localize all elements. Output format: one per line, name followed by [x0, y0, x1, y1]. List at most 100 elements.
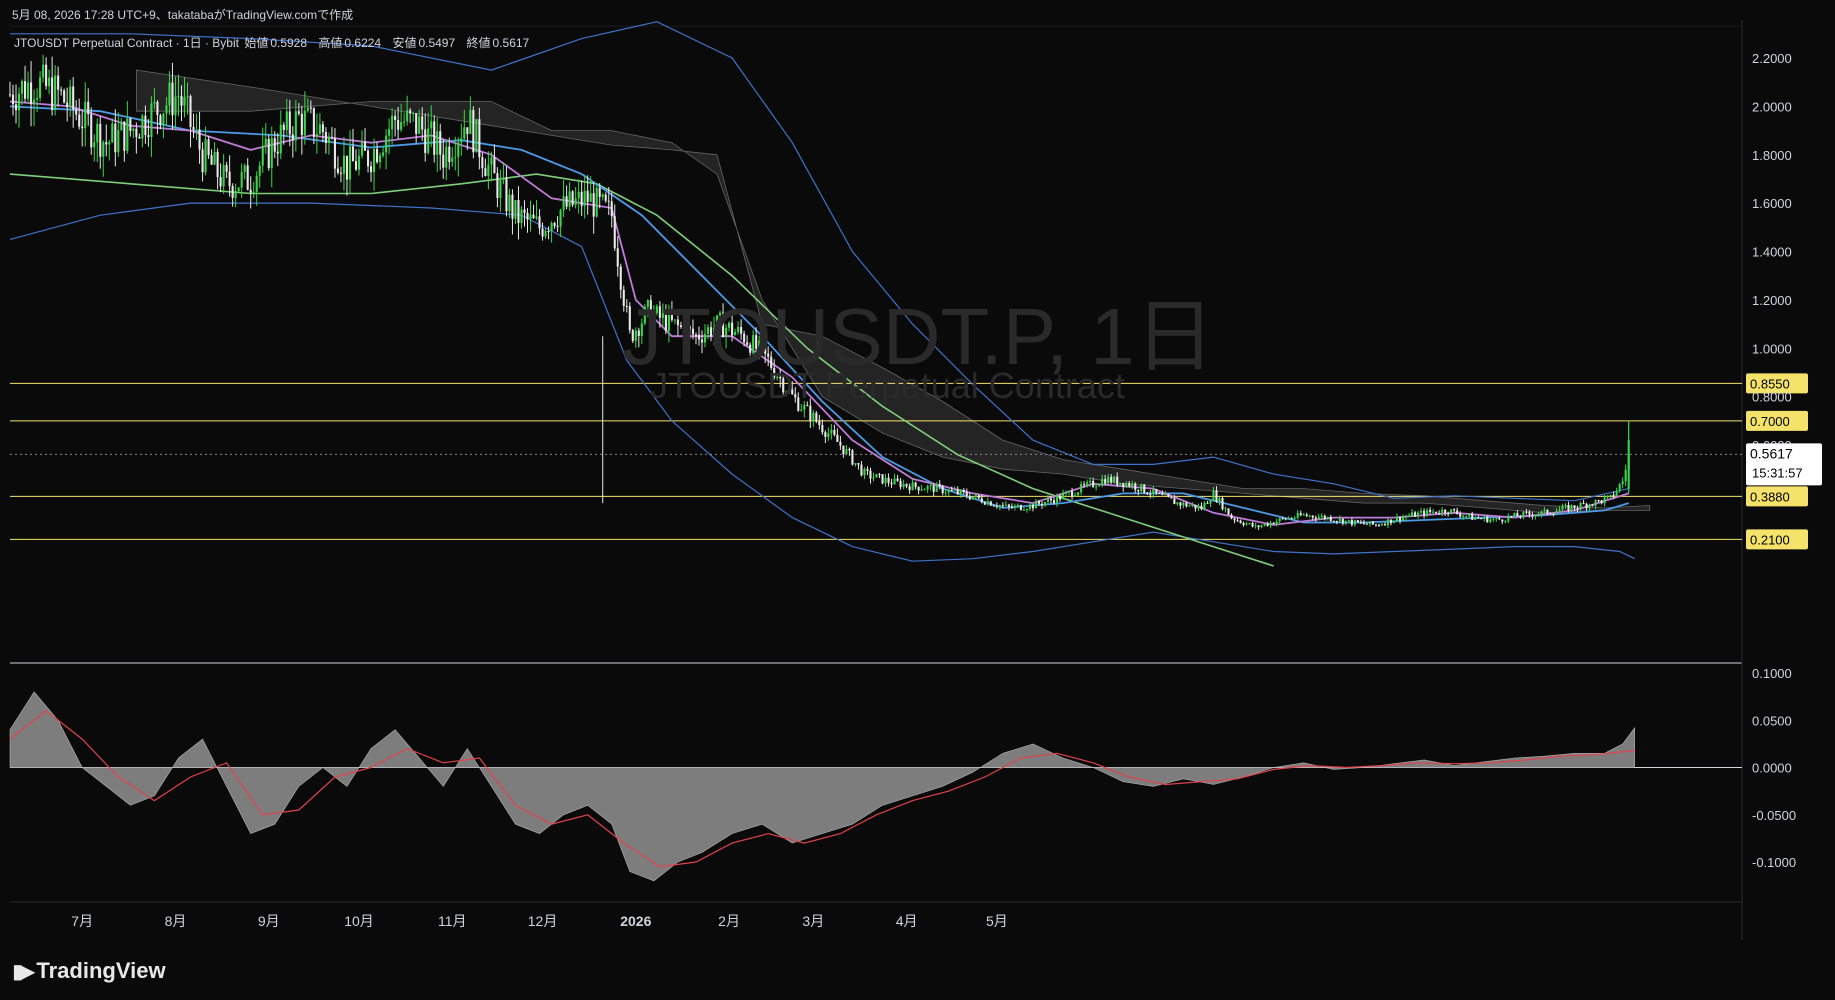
- candle-body[interactable]: [192, 127, 195, 130]
- candle-body[interactable]: [977, 495, 980, 499]
- candle-body[interactable]: [60, 89, 63, 91]
- candle-body[interactable]: [1362, 522, 1365, 524]
- candle-body[interactable]: [541, 228, 544, 237]
- candle-body[interactable]: [318, 124, 321, 134]
- candle-body[interactable]: [129, 118, 132, 131]
- candle-body[interactable]: [403, 121, 406, 123]
- candle-body[interactable]: [421, 116, 424, 130]
- candle-body[interactable]: [953, 489, 956, 491]
- candle-body[interactable]: [1224, 508, 1227, 510]
- candle-body[interactable]: [264, 138, 267, 146]
- candle-body[interactable]: [1444, 509, 1447, 514]
- candle-body[interactable]: [1603, 497, 1606, 504]
- candle-body[interactable]: [201, 149, 204, 173]
- candle-body[interactable]: [526, 212, 529, 220]
- candle-body[interactable]: [1275, 521, 1278, 525]
- candle-body[interactable]: [463, 127, 466, 139]
- candle-body[interactable]: [499, 180, 502, 198]
- candle-body[interactable]: [1465, 515, 1468, 517]
- candle-body[interactable]: [87, 101, 90, 115]
- candle-body[interactable]: [866, 469, 869, 471]
- candle-body[interactable]: [917, 486, 920, 491]
- candle-body[interactable]: [1221, 498, 1224, 510]
- candle-body[interactable]: [1131, 483, 1134, 487]
- candle-body[interactable]: [306, 107, 309, 111]
- candle-body[interactable]: [17, 93, 21, 111]
- candle-body[interactable]: [333, 137, 336, 169]
- candle-body[interactable]: [971, 497, 974, 500]
- candle-body[interactable]: [300, 113, 303, 136]
- candle-body[interactable]: [391, 115, 394, 130]
- candle-body[interactable]: [1459, 513, 1462, 517]
- candle-body[interactable]: [48, 77, 51, 87]
- candle-body[interactable]: [282, 124, 285, 131]
- candle-body[interactable]: [824, 432, 827, 437]
- candle-body[interactable]: [833, 429, 836, 435]
- candle-body[interactable]: [213, 151, 216, 165]
- candle-body[interactable]: [75, 109, 78, 115]
- candle-body[interactable]: [105, 142, 108, 145]
- candle-body[interactable]: [1326, 516, 1329, 519]
- candle-body[interactable]: [126, 118, 129, 151]
- candle-body[interactable]: [1549, 513, 1552, 515]
- candle-body[interactable]: [327, 136, 330, 143]
- candle-body[interactable]: [568, 191, 571, 207]
- candle-body[interactable]: [153, 101, 156, 104]
- candle-body[interactable]: [601, 194, 604, 197]
- candle-body[interactable]: [261, 145, 264, 166]
- candle-body[interactable]: [1552, 513, 1555, 515]
- candle-body[interactable]: [1624, 469, 1627, 482]
- candle-body[interactable]: [1474, 517, 1477, 520]
- candle-body[interactable]: [345, 155, 349, 180]
- candle-body[interactable]: [36, 97, 39, 100]
- candle-body[interactable]: [1576, 508, 1579, 510]
- candle-body[interactable]: [234, 191, 237, 198]
- candle-body[interactable]: [890, 482, 893, 485]
- candle-body[interactable]: [1052, 500, 1056, 504]
- candle-body[interactable]: [1266, 523, 1269, 526]
- candle-body[interactable]: [397, 119, 400, 130]
- candle-body[interactable]: [51, 77, 54, 111]
- candle-body[interactable]: [1477, 517, 1480, 519]
- candle-body[interactable]: [863, 469, 866, 476]
- candle-body[interactable]: [1555, 511, 1558, 515]
- candle-body[interactable]: [144, 115, 147, 136]
- candle-body[interactable]: [171, 82, 174, 116]
- candle-body[interactable]: [481, 157, 484, 169]
- candle-body[interactable]: [1347, 519, 1350, 521]
- candle-body[interactable]: [1206, 502, 1209, 504]
- candle-body[interactable]: [177, 96, 180, 98]
- candle-body[interactable]: [1281, 518, 1284, 520]
- candle-body[interactable]: [1534, 515, 1537, 517]
- candle-body[interactable]: [195, 129, 198, 131]
- candle-body[interactable]: [1293, 517, 1296, 519]
- candle-body[interactable]: [1098, 485, 1101, 487]
- candle-body[interactable]: [1230, 514, 1233, 519]
- candle-body[interactable]: [1332, 520, 1335, 522]
- candle-body[interactable]: [800, 409, 803, 411]
- candle-body[interactable]: [1071, 491, 1074, 497]
- candle-body[interactable]: [902, 483, 905, 488]
- candle-body[interactable]: [520, 209, 523, 223]
- candle-body[interactable]: [273, 138, 276, 152]
- candle-body[interactable]: [207, 139, 210, 156]
- candle-body[interactable]: [544, 231, 547, 237]
- candle-body[interactable]: [1546, 509, 1549, 514]
- candle-body[interactable]: [1242, 522, 1245, 525]
- candle-body[interactable]: [1043, 502, 1047, 506]
- candle-body[interactable]: [887, 477, 890, 483]
- candle-body[interactable]: [1582, 503, 1585, 505]
- candle-body[interactable]: [1392, 520, 1396, 524]
- candle-body[interactable]: [1068, 491, 1071, 493]
- candle-body[interactable]: [1591, 504, 1594, 506]
- candle-body[interactable]: [270, 138, 273, 169]
- candle-body[interactable]: [1019, 505, 1022, 510]
- candle-body[interactable]: [1414, 512, 1417, 517]
- candle-body[interactable]: [30, 82, 33, 105]
- last-candle-body[interactable]: [1627, 440, 1630, 489]
- candle-body[interactable]: [1314, 517, 1317, 519]
- candle-body[interactable]: [102, 142, 105, 157]
- candle-body[interactable]: [1296, 513, 1299, 518]
- candle-body[interactable]: [1284, 518, 1287, 520]
- candle-body[interactable]: [93, 142, 96, 148]
